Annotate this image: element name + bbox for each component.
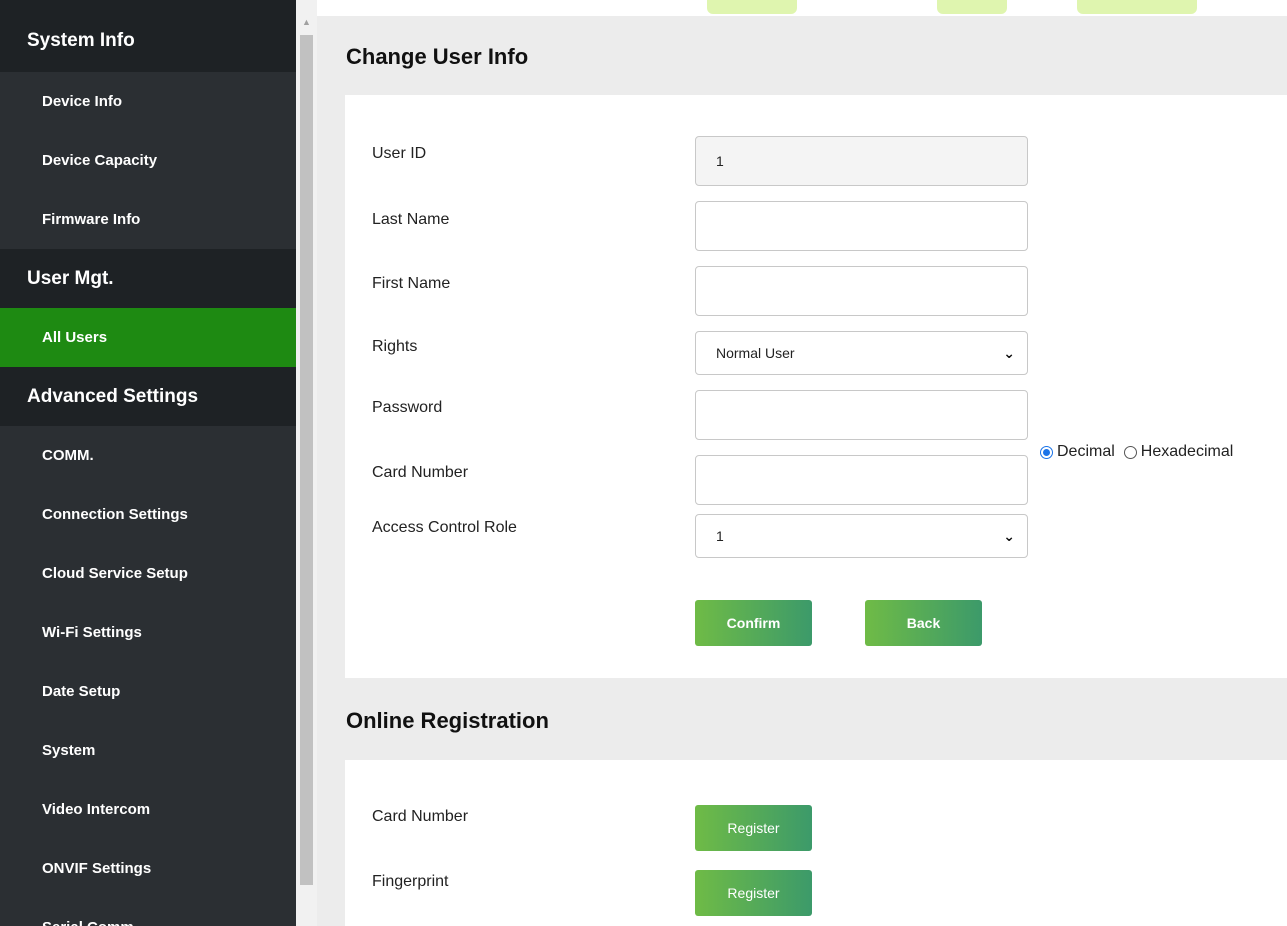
sidebar-section-user-mgt[interactable]: User Mgt. (0, 249, 296, 308)
user-id-value: 1 (716, 153, 724, 169)
decimal-radio-label[interactable]: Decimal (1057, 443, 1115, 461)
register-fingerprint-button[interactable]: Register (695, 870, 812, 916)
sidebar-item-onvif-settings[interactable]: ONVIF Settings (0, 839, 296, 898)
last-name-input[interactable] (695, 201, 1028, 251)
sidebar-item-device-capacity[interactable]: Device Capacity (0, 131, 296, 190)
user-id-field: 1 (695, 136, 1028, 186)
banner-decoration (1077, 0, 1197, 14)
password-label: Password (372, 399, 443, 416)
sidebar-section-advanced-settings[interactable]: Advanced Settings (0, 367, 296, 426)
sidebar-item-device-info[interactable]: Device Info (0, 72, 296, 131)
rights-label: Rights (372, 338, 418, 355)
access-control-role-label: Access Control Role (372, 519, 517, 536)
access-control-role-select[interactable]: 1 ⌄ (695, 514, 1028, 558)
sidebar-item-system[interactable]: System (0, 721, 296, 780)
top-banner-strip (317, 0, 1287, 16)
sidebar-item-wifi-settings[interactable]: Wi-Fi Settings (0, 603, 296, 662)
sidebar-item-all-users[interactable]: All Users (0, 308, 296, 367)
sidebar-item-video-intercom[interactable]: Video Intercom (0, 780, 296, 839)
first-name-input[interactable] (695, 266, 1028, 316)
chevron-down-icon: ⌄ (1003, 527, 1015, 544)
sidebar-item-connection-settings[interactable]: Connection Settings (0, 485, 296, 544)
card-number-input[interactable] (695, 455, 1028, 505)
sidebar-item-date-setup[interactable]: Date Setup (0, 662, 296, 721)
change-user-info-title: Change User Info (346, 44, 529, 69)
password-input[interactable] (695, 390, 1028, 440)
hexadecimal-radio[interactable] (1123, 445, 1137, 459)
chevron-down-icon: ⌄ (1003, 344, 1015, 361)
sidebar-item-cloud-service-setup[interactable]: Cloud Service Setup (0, 544, 296, 603)
last-name-label: Last Name (372, 211, 450, 228)
registration-fingerprint-label: Fingerprint (372, 873, 449, 890)
rights-select[interactable]: Normal User ⌄ (695, 331, 1028, 375)
register-card-button[interactable]: Register (695, 805, 812, 851)
banner-decoration (707, 0, 797, 14)
banner-decoration (937, 0, 1007, 14)
hexadecimal-radio-label[interactable]: Hexadecimal (1141, 443, 1233, 461)
main-content: Change User Info User ID 1 Last Name Fir… (317, 0, 1287, 926)
sidebar-section-system-info[interactable]: System Info (0, 0, 296, 72)
scrollbar-thumb[interactable] (300, 35, 313, 885)
user-id-label: User ID (372, 145, 427, 162)
sidebar: System Info Device Info Device Capacity … (0, 0, 296, 926)
back-button[interactable]: Back (865, 600, 982, 646)
registration-card-number-label: Card Number (372, 808, 469, 825)
confirm-button[interactable]: Confirm (695, 600, 812, 646)
sidebar-scrollbar[interactable]: ▲ (296, 0, 317, 926)
card-format-radio-group: Decimal Hexadecimal (1040, 443, 1242, 461)
sidebar-item-serial-comm[interactable]: Serial Comm. (0, 898, 296, 926)
decimal-radio[interactable] (1040, 445, 1053, 459)
change-user-info-panel: User ID 1 Last Name First Name Rights No… (345, 95, 1287, 678)
first-name-label: First Name (372, 275, 451, 292)
online-registration-panel: Card Number Register Fingerprint Registe… (345, 760, 1287, 926)
rights-selected-value: Normal User (716, 345, 795, 361)
sidebar-item-firmware-info[interactable]: Firmware Info (0, 190, 296, 249)
card-number-label: Card Number (372, 464, 469, 481)
access-control-role-selected-value: 1 (716, 528, 724, 544)
scroll-up-arrow-icon[interactable]: ▲ (296, 16, 317, 28)
sidebar-item-comm[interactable]: COMM. (0, 426, 296, 485)
online-registration-title: Online Registration (346, 708, 549, 733)
